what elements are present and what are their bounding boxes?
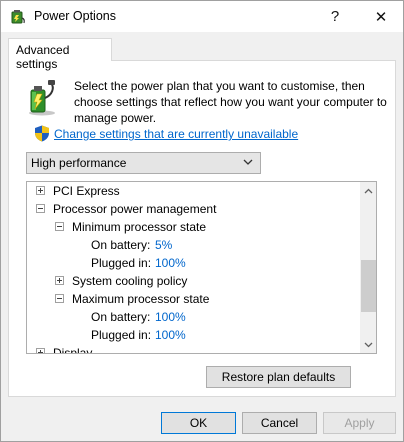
expand-icon[interactable] (36, 186, 45, 195)
tree-item-min-on-battery[interactable]: On battery: 5% (27, 236, 360, 254)
tree-item-label: PCI Express (53, 184, 120, 198)
scroll-down-arrow[interactable] (360, 336, 376, 353)
setting-value[interactable]: 5% (155, 236, 172, 254)
tab-advanced-settings[interactable]: Advanced settings (8, 38, 112, 71)
tree-item-max-on-battery[interactable]: On battery: 100% (27, 308, 360, 326)
setting-value[interactable]: 100% (155, 254, 186, 272)
collapse-icon[interactable] (55, 222, 64, 231)
restore-plan-defaults-button[interactable]: Restore plan defaults (206, 366, 351, 388)
intro-text: Select the power plan that you want to c… (74, 79, 387, 125)
power-plan-dropdown[interactable]: High performance (26, 152, 261, 174)
tree-item-maximum-processor-state[interactable]: Maximum processor state (27, 290, 360, 308)
ok-button[interactable]: OK (161, 412, 236, 434)
setting-value[interactable]: 100% (155, 308, 186, 326)
help-button[interactable]: ? (313, 1, 357, 32)
vertical-scrollbar[interactable] (360, 182, 376, 353)
setting-value[interactable]: 100% (155, 326, 186, 344)
tree-item-label: Maximum processor state (72, 292, 210, 306)
chevron-down-icon (243, 159, 253, 165)
window-title: Power Options (34, 9, 116, 23)
power-options-icon (11, 10, 25, 24)
setting-label: On battery: (91, 238, 151, 252)
expand-icon[interactable] (55, 276, 64, 285)
tree-item-processor-power-management[interactable]: Processor power management (27, 200, 360, 218)
uac-shield-icon (35, 125, 49, 142)
setting-label: Plugged in: (91, 256, 152, 270)
chevron-up-icon (364, 188, 373, 193)
change-settings-link[interactable]: Change settings that are currently unava… (54, 127, 298, 141)
scroll-up-arrow[interactable] (360, 182, 376, 199)
tree-item-max-plugged-in[interactable]: Plugged in: 100% (27, 326, 360, 344)
title-bar: Power Options ? ✕ (1, 1, 403, 32)
tree-item-label: Display (53, 346, 93, 353)
settings-tree[interactable]: PCI Express Processor power management M… (26, 181, 377, 354)
expand-icon[interactable] (36, 348, 45, 353)
scroll-thumb[interactable] (361, 260, 376, 312)
setting-label: On battery: (91, 310, 151, 324)
tree-item-label: System cooling policy (72, 274, 188, 288)
settings-tree-content: PCI Express Processor power management M… (27, 182, 360, 353)
tree-item-min-plugged-in[interactable]: Plugged in: 100% (27, 254, 360, 272)
collapse-icon[interactable] (55, 294, 64, 303)
cancel-button[interactable]: Cancel (242, 412, 317, 434)
tree-item-system-cooling-policy[interactable]: System cooling policy (27, 272, 360, 290)
power-plan-value: High performance (31, 156, 127, 170)
tree-item-label: Processor power management (53, 202, 217, 216)
tree-item-label: Minimum processor state (72, 220, 207, 234)
battery-plug-icon (29, 80, 59, 116)
tree-item-minimum-processor-state[interactable]: Minimum processor state (27, 218, 360, 236)
close-button[interactable]: ✕ (359, 1, 403, 32)
collapse-icon[interactable] (36, 204, 45, 213)
chevron-down-icon (364, 342, 373, 347)
apply-button[interactable]: Apply (323, 412, 396, 434)
tree-item-pci-express[interactable]: PCI Express (27, 182, 360, 200)
power-options-window: Power Options ? ✕ Advanced settings Sele… (0, 0, 404, 442)
tree-item-display[interactable]: Display (27, 344, 360, 353)
setting-label: Plugged in: (91, 328, 152, 342)
